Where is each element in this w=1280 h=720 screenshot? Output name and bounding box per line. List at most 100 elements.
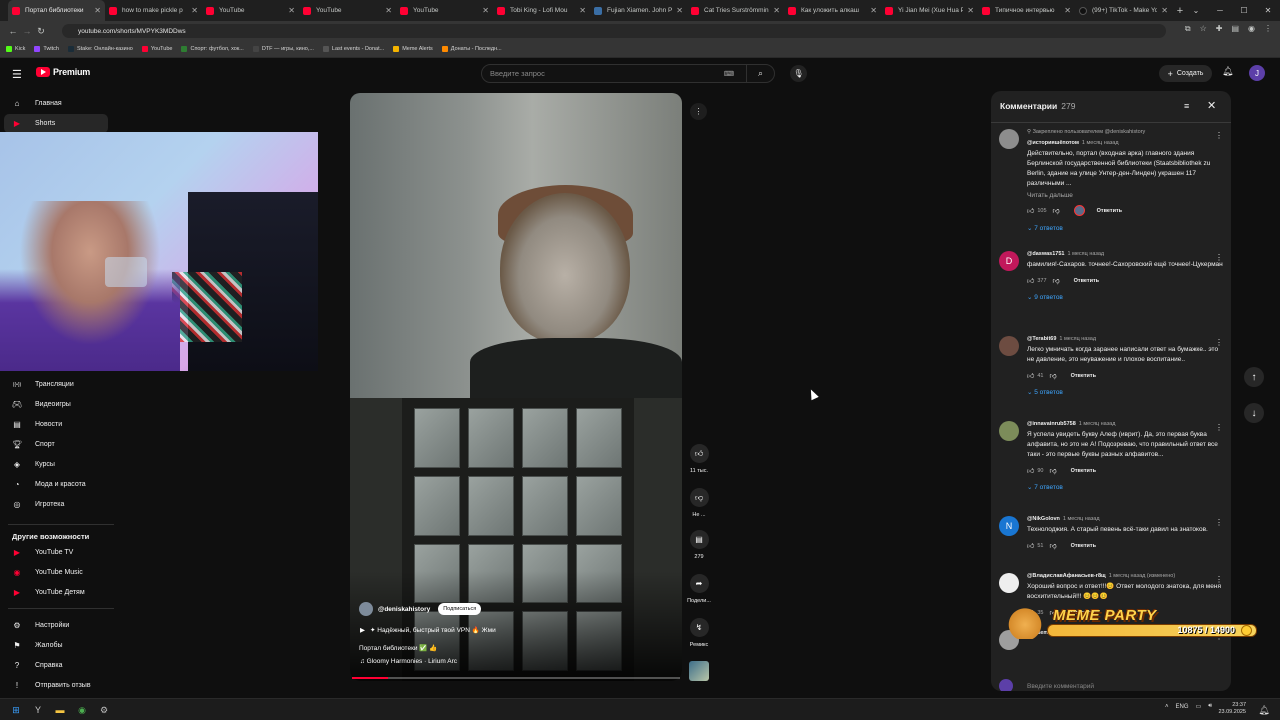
bookmark-item[interactable]: Stake: Онлайн-казино [67,46,133,52]
search-input[interactable]: Введите запрос [490,69,724,78]
browser-tab[interactable]: how to make pickle p ✕ [105,0,202,21]
comment-author[interactable]: @Terabit69 [1027,336,1056,342]
sidebar-item-courses[interactable]: ◈ Курсы [4,455,108,474]
tab-close-icon[interactable]: ✕ [579,6,586,15]
comment-time[interactable]: 1 месяц назад [1059,336,1096,342]
sidebar-item-shorts[interactable]: ▶ Shorts [4,114,108,133]
comment-more-icon[interactable]: ⋮ [1215,253,1223,262]
comment-more-icon[interactable]: ⋮ [1215,575,1223,584]
bookmark-item[interactable]: Спорт: футбол, хок... [181,46,244,52]
browser-tab[interactable]: Tobi King - Lofi Mou ✕ [493,0,590,21]
dislike-action[interactable]: 👎︎ Не ... [683,488,715,518]
channel-name[interactable]: @deniskahistory [378,606,430,613]
sidebar-item-home[interactable]: ⌂ Главная [4,94,108,113]
bookmark-item[interactable]: Донаты - Последн... [441,46,502,52]
comment-avatar[interactable] [999,129,1019,149]
sidebar-item-news[interactable]: ▤ Новости [4,415,108,434]
view-replies-button[interactable]: ⌄ 5 ответов [1027,388,1223,396]
steam-icon[interactable]: ⚙ [96,702,112,718]
tab-close-icon[interactable]: ✕ [1064,6,1071,15]
bookmark-item[interactable]: Last events - Donat... [322,46,384,52]
tab-close-icon[interactable]: ✕ [870,6,877,15]
comment-more-icon[interactable]: ⋮ [1215,338,1223,347]
comment-author[interactable]: @daswas1751 [1027,251,1064,257]
reply-button[interactable]: Ответить [1071,468,1096,474]
cast-icon[interactable]: ⧉ [1185,24,1191,34]
browser-tab[interactable]: YouTube ✕ [396,0,493,21]
comment-avatar[interactable] [999,421,1019,441]
minimize-icon[interactable]: ─ [1208,6,1232,15]
tab-close-icon[interactable]: ✕ [385,6,392,15]
bookmark-item[interactable]: Kick [6,46,25,52]
file-explorer-icon[interactable]: ▬ [52,702,68,718]
tray-chevron-icon[interactable]: ˄ [1165,704,1169,710]
comment-time[interactable]: 1 месяц назад [1063,516,1100,522]
comment-input[interactable]: Введите комментарий [999,679,1094,691]
search-button[interactable]: ⌕ [746,65,774,82]
sidebar-item-settings[interactable]: ⚙ Настройки [4,616,108,635]
subscribe-button[interactable]: Подписаться [438,603,482,615]
sidebar-item-youtube-music[interactable]: ◉ YouTube Music [4,563,108,582]
shorts-video-player[interactable] [350,93,682,681]
tab-close-icon[interactable]: ✕ [94,6,101,15]
sidebar-item-youtube-tv[interactable]: ▶ YouTube TV [4,543,108,562]
address-bar[interactable]: youtube.com/shorts/MVPYK3MDDws [62,24,1166,38]
tab-close-icon[interactable]: ✕ [1161,6,1168,15]
view-replies-button[interactable]: ⌄ 7 ответов [1027,483,1223,491]
share-icon[interactable]: ➦ [689,574,709,593]
comment-author[interactable]: @историяшёпотом [1027,140,1079,146]
comment-dislike-icon[interactable]: 👎︎ [1049,541,1056,550]
sidebar-item-fashion[interactable]: ◔ Мода и красота [4,475,108,494]
comment-more-icon[interactable]: ⋮ [1215,131,1223,140]
browser-tab[interactable]: (99+) TikTok - Make Yo ✕ [1075,0,1172,21]
windows-start-icon[interactable]: ⊞ [8,702,24,718]
close-window-icon[interactable]: ✕ [1256,6,1280,15]
video-more-icon[interactable]: ⋮ [690,103,707,120]
back-icon[interactable]: ← [6,26,20,36]
sidebar-item-youtube-kids[interactable]: ▶ YouTube Детям [4,583,108,602]
comment-like-icon[interactable]: 👍︎ [1027,276,1034,285]
browser-tab[interactable]: Как уложить алкаш ✕ [784,0,881,21]
reply-button[interactable]: Ответить [1097,208,1122,214]
sidebar-item-help[interactable]: ? Справка [4,656,108,675]
comment-like-icon[interactable]: 👍︎ [1027,371,1034,380]
dislike-icon[interactable]: 👎︎ [689,488,709,507]
comment-icon[interactable]: ▤ [689,530,709,549]
menu-icon[interactable]: ☰ [12,68,22,81]
comment-like-icon[interactable]: 👍︎ [1027,541,1034,550]
comment-more-icon[interactable]: ⋮ [1215,423,1223,432]
tab-search-icon[interactable]: ⌄ [1184,6,1208,15]
sort-icon[interactable]: ≡ [1184,101,1189,111]
reload-icon[interactable]: ↻ [34,26,48,37]
comment-avatar[interactable] [999,336,1019,356]
browser-tab[interactable]: YouTube ✕ [299,0,396,21]
comment-avatar[interactable] [999,573,1019,593]
notification-center-icon[interactable]: 🔔︎ [1256,702,1272,718]
sidebar-item-trophy[interactable]: 🏆︎ Спорт [4,435,108,454]
comment-avatar[interactable]: D [999,251,1019,271]
comment-avatar[interactable]: N [999,516,1019,536]
remix-action[interactable]: ↯ Ремикс [683,618,715,648]
reply-button[interactable]: Ответить [1071,543,1096,549]
comment-like-icon[interactable]: 👍︎ [1027,206,1034,215]
comment-dislike-icon[interactable]: 👎︎ [1053,206,1060,215]
browser-tab[interactable]: Fujian Xiamen. John P ✕ [590,0,687,21]
tab-close-icon[interactable]: ✕ [676,6,683,15]
forward-icon[interactable]: → [20,26,34,36]
sidebar-item-gamepad[interactable]: 🎮︎ Видеоигры [4,395,108,414]
comment-author[interactable]: @innavainrub5758 [1027,421,1076,427]
bookmark-item[interactable]: YouTube [141,46,172,52]
browser-tab[interactable]: Yi Jian Mei (Xue Hua P ✕ [881,0,978,21]
bookmark-item[interactable]: Twitch [34,46,59,52]
tab-close-icon[interactable]: ✕ [288,6,295,15]
sound-thumbnail[interactable] [689,661,709,681]
volume-icon[interactable]: 🔊︎ [1208,703,1212,710]
create-button[interactable]: + Создать [1159,65,1212,82]
sidebar-item-live[interactable]: ((•)) Трансляции [4,375,108,394]
bookmark-star-icon[interactable]: ☆ [1200,24,1207,34]
video-progress-bar[interactable] [352,677,680,679]
read-more-link[interactable]: Читать дальше [1027,192,1223,199]
next-video-button[interactable]: ↓ [1244,403,1264,423]
maximize-icon[interactable]: ☐ [1232,6,1256,15]
yandex-browser-icon[interactable]: Y [30,702,46,718]
